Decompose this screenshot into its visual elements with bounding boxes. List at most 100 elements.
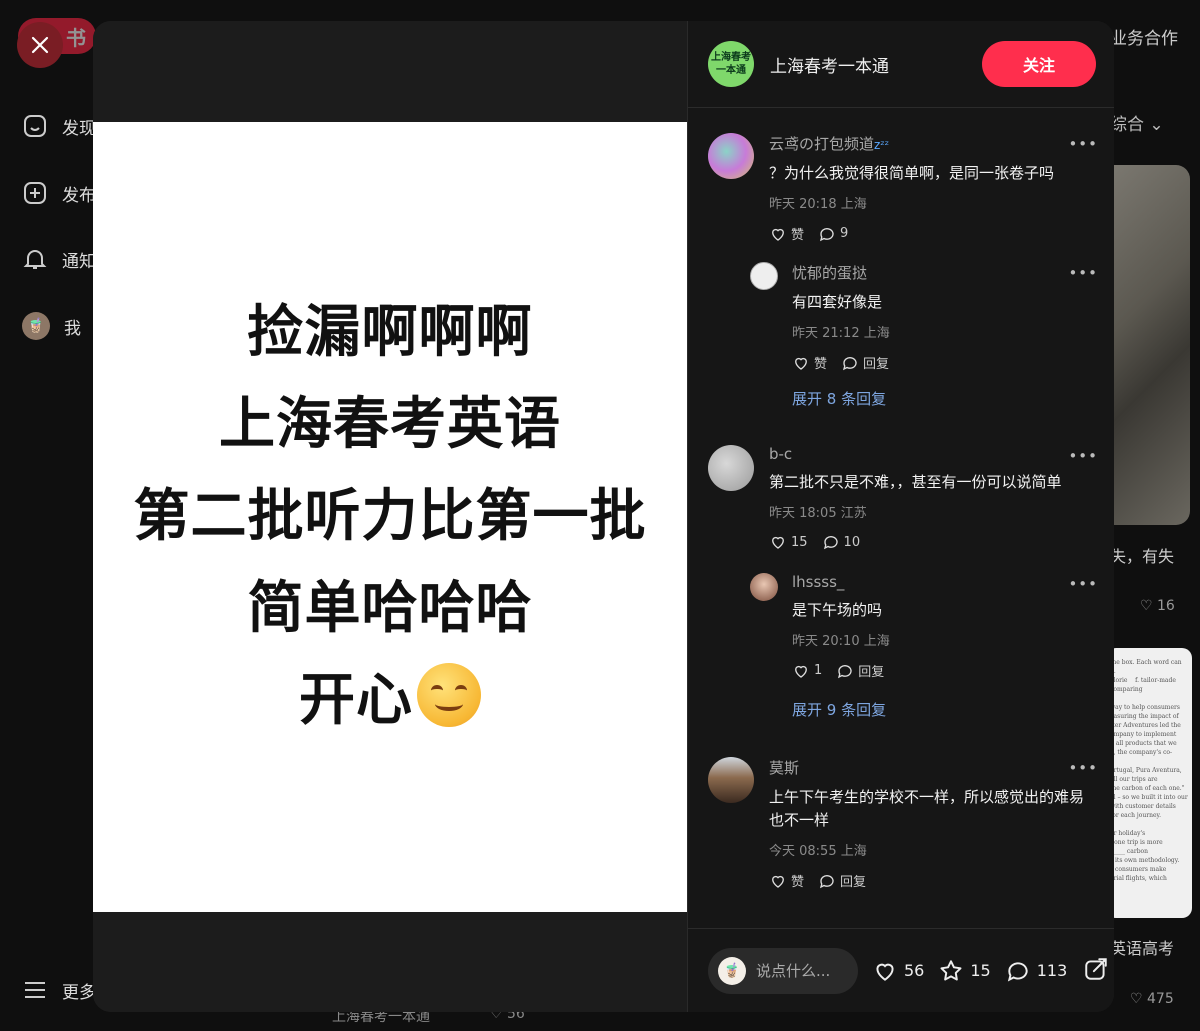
comment-text: 上午下午考生的学校不一样，所以感觉出的难易也不一样 (769, 788, 1085, 829)
engagement-bar: 🧋 说点什么... 56 15 113 (688, 928, 1114, 1012)
heart-icon (772, 536, 784, 549)
follow-button[interactable]: 关注 (982, 41, 1096, 87)
like-button[interactable]: 1 (792, 662, 822, 680)
more-icon[interactable]: ••• (1068, 447, 1098, 465)
close-button[interactable] (17, 22, 63, 68)
reply-button[interactable]: 回复 (836, 661, 884, 680)
note-line: 第二批听力比第一批 (133, 484, 647, 549)
more-icon[interactable]: ••• (1068, 264, 1098, 282)
feed-card-title[interactable]: 失，有失 (1110, 543, 1174, 567)
share-icon (1085, 957, 1107, 980)
feed-card-likes[interactable]: ♡ 475 (1130, 991, 1174, 1007)
expand-replies-button[interactable]: 展开 8 条回复 (792, 388, 886, 409)
more-icon[interactable]: ••• (1068, 759, 1098, 777)
nav-item-me[interactable]: 🧋 我 (22, 312, 81, 340)
reply-button[interactable]: 回复 (841, 353, 889, 372)
nav-label: 发现 (62, 118, 96, 139)
avatar[interactable] (708, 445, 754, 491)
like-button[interactable]: 赞 (769, 224, 804, 243)
comment-icon (823, 536, 838, 550)
author-bar: 上海春考 一本通 上海春考一本通 关注 (688, 21, 1114, 108)
comment-author[interactable]: b-c (769, 445, 1094, 463)
heart-icon (772, 875, 784, 888)
comment-author[interactable]: 云鸢の打包频道zᶻᶻ (769, 133, 1084, 154)
comment-author[interactable]: 莫斯 (769, 757, 1094, 778)
comment-icon (820, 227, 834, 241)
avatar[interactable] (750, 573, 778, 601)
comment-item: 云鸢の打包频道zᶻᶻ ？为什么我觉得很简单啊，是同一张卷子吗 昨天 20:18 … (708, 133, 1098, 243)
nav-item-notify[interactable]: 通知 (22, 246, 96, 272)
comment-icon (843, 356, 857, 370)
author-label: 云鸢の打包频道 (769, 135, 875, 153)
comment-text: 第二批不只是不难，，甚至有一份可以说简单 (769, 473, 1062, 491)
more-icon[interactable]: ••• (1068, 575, 1098, 593)
avatar-text: 一本通 (716, 65, 746, 76)
comment-list[interactable]: 云鸢の打包频道zᶻᶻ ？为什么我觉得很简单啊，是同一张卷子吗 昨天 20:18 … (688, 109, 1114, 929)
comment-time: 昨天 18:05 江苏 (769, 506, 867, 521)
comment-author[interactable]: lhssss_ (792, 573, 1082, 591)
reply-count: 10 (843, 534, 861, 550)
plus-square-icon (24, 182, 46, 204)
like-count: 475 (1147, 991, 1174, 1007)
sleep-emoji-icon: zᶻᶻ (874, 138, 890, 152)
comment-time: 今天 08:55 上海 (769, 844, 867, 859)
avatar[interactable] (708, 757, 754, 803)
like-button[interactable]: 赞 (769, 871, 804, 890)
author-avatar[interactable]: 上海春考 一本通 (708, 41, 754, 87)
comment-placeholder: 说点什么... (756, 962, 831, 980)
collect-button[interactable]: 15 (938, 958, 991, 984)
heart-icon (876, 963, 894, 981)
nav-label: 我 (64, 318, 81, 339)
avatar: 🧋 (718, 956, 746, 985)
comment-icon (838, 664, 852, 678)
comment-input[interactable]: 🧋 说点什么... (708, 947, 858, 994)
comment-text: 有四套好像是 (792, 293, 883, 311)
sort-dropdown[interactable]: 综合 ⌄ (1110, 110, 1164, 135)
more-icon[interactable]: ••• (1068, 135, 1098, 153)
like-count: 16 (1157, 598, 1175, 614)
menu-icon (25, 982, 45, 998)
note-modal: 捡漏啊啊啊 上海春考英语 第二批听力比第一批 简单哈哈哈 开心 上海春考 一本通… (93, 21, 1114, 1012)
comment-item: b-c 第二批不只是不难，，甚至有一份可以说简单 昨天 18:05 江苏 15 … (708, 445, 1098, 555)
like-note-button[interactable]: 56 (872, 958, 924, 984)
reply-item: 忧郁的蛋挞 有四套好像是 昨天 21:12 上海 赞 回复 ••• (750, 262, 1098, 372)
reply-item: lhssss_ 是下午场的吗 昨天 20:10 上海 1 回复 ••• (750, 573, 1098, 683)
avatar-text: 上海春考 (711, 52, 751, 63)
note-image[interactable]: 捡漏啊啊啊 上海春考英语 第二批听力比第一批 简单哈哈哈 开心 (93, 122, 687, 912)
note-line-text: 开心 (299, 668, 413, 733)
avatar: 🧋 (22, 312, 50, 340)
nav-more[interactable]: 更多 (22, 977, 96, 1003)
avatar[interactable] (750, 262, 778, 290)
feed-card-image[interactable]: the box. Each word cand.alorie f. tailor… (1106, 648, 1192, 918)
note-line: 简单哈哈哈 (247, 576, 533, 641)
nav-item-discover[interactable]: 发现 (22, 113, 96, 139)
nav-item-publish[interactable]: 发布 (22, 180, 96, 206)
author-name[interactable]: 上海春考一本通 (770, 52, 982, 77)
like-count: 赞 (791, 228, 805, 243)
share-button[interactable] (1083, 956, 1109, 986)
feed-card-title[interactable]: 英语高考 (1110, 935, 1174, 959)
comment-count: 113 (1036, 961, 1068, 980)
feed-card-likes[interactable]: ♡ 16 (1140, 598, 1175, 614)
reply-button[interactable]: 10 (822, 533, 861, 551)
like-button[interactable]: 赞 (792, 353, 827, 372)
chevron-down-icon: ⌄ (1149, 115, 1164, 135)
comment-time: 昨天 21:12 上海 (792, 326, 890, 341)
avatar[interactable] (708, 133, 754, 179)
reply-button[interactable]: 回复 (818, 871, 866, 890)
like-button[interactable]: 15 (769, 533, 808, 551)
business-link[interactable]: 业务合作 (1110, 24, 1178, 49)
note-sidebar: 上海春考 一本通 上海春考一本通 关注 云鸢の打包频道zᶻᶻ ？为什么我觉得很简… (687, 21, 1114, 1012)
heart-icon (795, 357, 807, 370)
comment-author[interactable]: 忧郁的蛋挞 (792, 262, 1082, 283)
note-line: 上海春考英语 (219, 392, 561, 457)
like-count: 赞 (814, 357, 828, 372)
collect-count: 15 (970, 961, 991, 980)
like-count: 1 (814, 663, 823, 678)
comment-time: 昨天 20:10 上海 (792, 634, 890, 649)
smile-emoji-icon (417, 663, 481, 727)
comment-button[interactable]: 113 (1005, 958, 1068, 984)
expand-replies-button[interactable]: 展开 9 条回复 (792, 699, 886, 720)
reply-button[interactable]: 9 (818, 225, 848, 243)
bell-icon (23, 250, 47, 269)
